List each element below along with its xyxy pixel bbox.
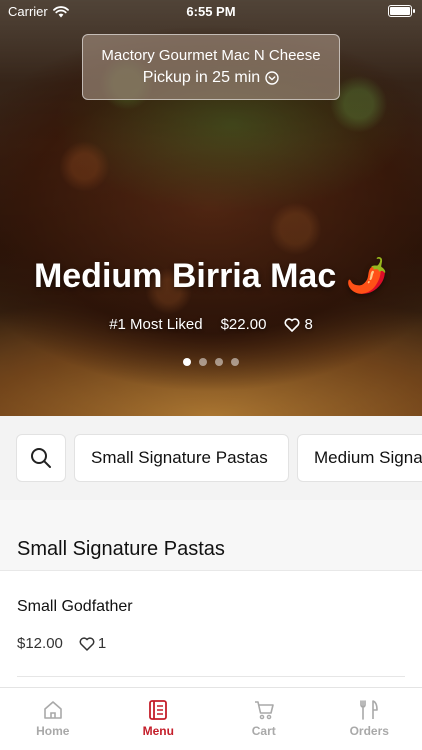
menu-item-name: Small Godfather (17, 598, 133, 615)
section-header: Small Signature Pastas (0, 500, 422, 570)
pickup-row: Pickup in 25 min (83, 69, 339, 87)
orders-icon (360, 700, 379, 720)
tab-label: Cart (251, 724, 276, 738)
heart-icon (79, 636, 95, 651)
tab-home[interactable]: Home (0, 688, 106, 750)
cart-icon (254, 701, 274, 720)
search-button[interactable] (16, 434, 66, 482)
menu-item-likes[interactable]: 1 (79, 635, 106, 652)
tab-cart[interactable]: Cart (211, 688, 317, 750)
menu-item-meta: $12.00 1 (17, 635, 106, 652)
restaurant-pickup-button[interactable]: Mactory Gourmet Mac N Cheese Pickup in 2… (82, 34, 340, 100)
featured-dish-meta: #1 Most Liked $22.00 8 (0, 316, 422, 333)
featured-likes[interactable]: 8 (284, 316, 313, 333)
battery-icon (388, 5, 415, 17)
item-divider (17, 676, 405, 677)
most-liked-badge: #1 Most Liked (109, 316, 203, 333)
carousel-dots[interactable] (0, 358, 422, 366)
tab-label: Menu (142, 724, 174, 738)
featured-likes-count: 8 (304, 316, 313, 333)
featured-price: $22.00 (220, 316, 267, 333)
tab-orders[interactable]: Orders (317, 688, 422, 750)
menu-icon (149, 700, 168, 720)
chevron-down-circle-icon (265, 71, 279, 85)
category-chip-medium[interactable]: Medium Signature Pastas (297, 434, 422, 482)
pickup-time: Pickup in 25 min (142, 69, 261, 86)
tab-bar: Home Menu Cart Orders (0, 687, 422, 750)
home-icon (43, 701, 62, 719)
carousel-dot[interactable] (215, 358, 223, 366)
carousel-dot[interactable] (231, 358, 239, 366)
restaurant-name: Mactory Gourmet Mac N Cheese (101, 47, 321, 64)
tab-label: Orders (349, 724, 389, 738)
featured-dish-title: Medium Birria Mac 🌶️ (33, 257, 389, 295)
tab-menu[interactable]: Menu (106, 688, 212, 750)
carousel-dot[interactable] (199, 358, 207, 366)
search-icon (31, 448, 51, 468)
category-chip-small[interactable]: Small Signature Pastas (74, 434, 289, 482)
carousel-dot[interactable] (183, 358, 191, 366)
heart-icon (284, 317, 300, 332)
menu-item-price: $12.00 (17, 635, 63, 652)
tab-label: Home (36, 724, 70, 738)
menu-item-likes-count: 1 (97, 635, 107, 652)
status-time: 6:55 PM (186, 4, 236, 19)
category-bar: Small Signature Pastas Medium Signature … (0, 416, 422, 500)
status-bar: Carrier 6:55 PM (0, 0, 422, 24)
section-title: Small Signature Pastas (17, 538, 225, 560)
menu-item[interactable]: Small Godfather $12.00 1 (0, 571, 422, 681)
